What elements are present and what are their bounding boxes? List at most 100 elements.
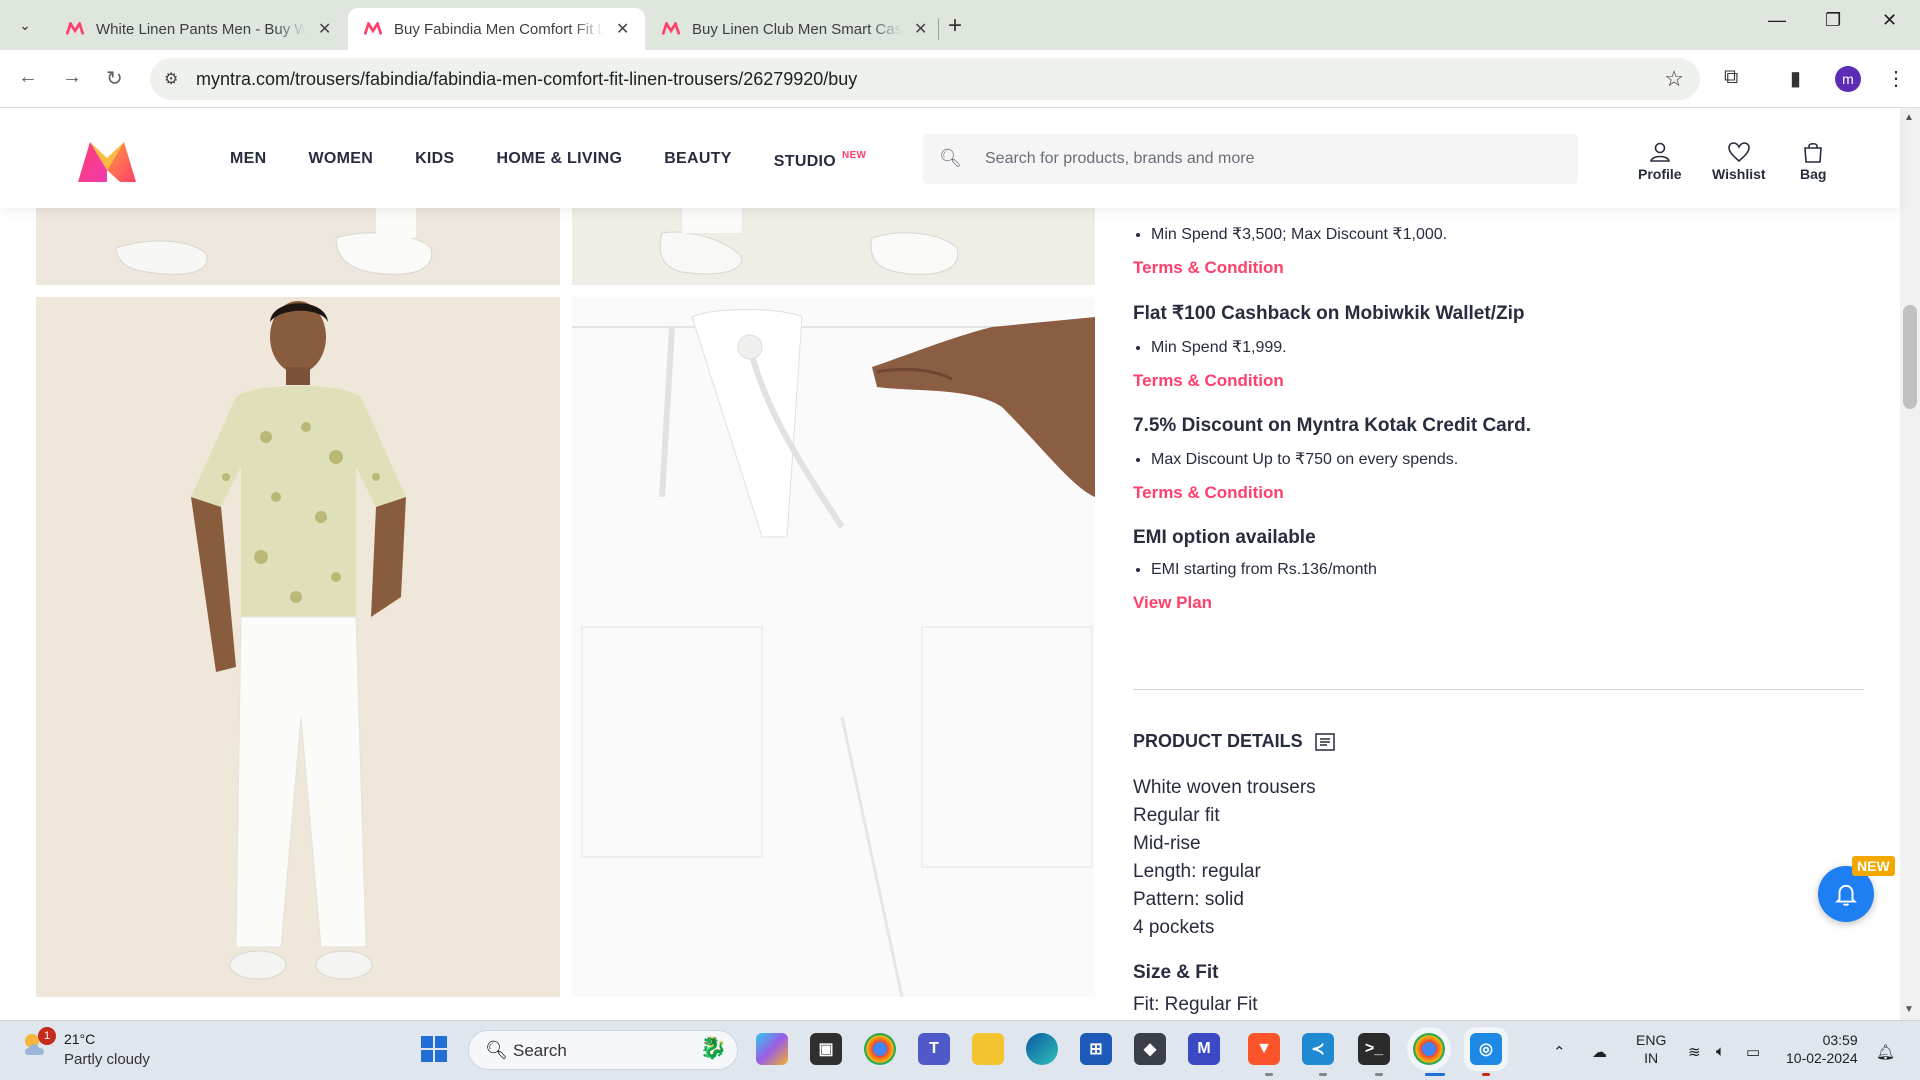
chrome-icon[interactable] (864, 1033, 896, 1065)
document-icon (1314, 732, 1335, 751)
offer-detail-list: EMI starting from Rs.136/month (1151, 561, 1863, 579)
file-explorer-icon[interactable] (972, 1033, 1004, 1065)
notifications-bell-icon[interactable]: 🔔︎ (1876, 1043, 1895, 1061)
nav-women[interactable]: WOMEN (308, 150, 373, 171)
brave-icon[interactable]: ▼ (1248, 1033, 1280, 1065)
dragon-highlight-icon: 🐉 (699, 1035, 727, 1060)
product-details-heading: PRODUCT DETAILS (1133, 731, 1335, 752)
lang-line-2: IN (1644, 1050, 1659, 1066)
copilot-icon[interactable] (756, 1033, 788, 1065)
back-arrow-icon[interactable]: ← (18, 66, 38, 89)
tab-white-linen-pants[interactable]: White Linen Pants Men - Buy W ✕ (50, 8, 347, 50)
task-view-icon[interactable]: ▣ (810, 1033, 842, 1065)
teams-icon[interactable]: T (918, 1033, 950, 1065)
scroll-down-arrow-icon[interactable]: ▼ (1904, 1004, 1914, 1015)
close-tab-icon[interactable]: ✕ (318, 19, 331, 39)
system-clock[interactable]: 03:59 10-02-2024 (1786, 1031, 1858, 1067)
notification-new-badge: NEW (1852, 856, 1895, 876)
bag-icon (1804, 142, 1823, 163)
product-image-model[interactable] (36, 297, 560, 997)
terms-condition-link[interactable]: Terms & Condition (1133, 483, 1863, 503)
tab-title: Buy Linen Club Men Smart Casu (692, 20, 902, 38)
reload-icon[interactable]: ↻ (106, 66, 123, 91)
edge-icon[interactable] (1026, 1033, 1058, 1065)
myntra-logo[interactable] (76, 140, 138, 184)
tab-title: White Linen Pants Men - Buy W (96, 20, 306, 38)
tab-linen-club[interactable]: Buy Linen Club Men Smart Casu ✕ (646, 8, 943, 50)
scroll-up-arrow-icon[interactable]: ▲ (1904, 112, 1914, 123)
show-hidden-icons-chevron-icon[interactable]: ⌃ (1553, 1043, 1566, 1061)
product-image-trousers-closeup[interactable] (572, 297, 1095, 997)
product-detail-line: Regular fit (1133, 805, 1220, 826)
offer-block: 7.5% Discount on Myntra Kotak Credit Car… (1133, 415, 1863, 503)
chrome-profile-icon[interactable] (1413, 1033, 1445, 1065)
view-plan-link[interactable]: View Plan (1133, 593, 1863, 613)
windows-start-icon[interactable] (418, 1033, 450, 1065)
more-menu-icon[interactable]: ⋮ (1886, 66, 1906, 91)
taskbar-search-box[interactable]: 🔍︎ Search 🐉 (468, 1030, 738, 1070)
close-window-icon[interactable]: ✕ (1882, 10, 1897, 31)
clock-time: 03:59 (1822, 1032, 1858, 1048)
offer-title: 7.5% Discount on Myntra Kotak Credit Car… (1133, 415, 1532, 436)
side-panel-icon[interactable]: ▮ (1790, 66, 1801, 91)
address-bar[interactable]: ⚙ myntra.com/trousers/fabindia/fabindia-… (150, 58, 1700, 100)
volume-icon[interactable]: 🔈︎ (1716, 1043, 1725, 1060)
tab-search-chevron-icon[interactable]: ⌄ (12, 12, 38, 38)
page-scrollbar[interactable] (1900, 108, 1920, 1020)
unity-icon[interactable]: ◆ (1134, 1033, 1166, 1065)
vscode-icon[interactable]: ≺ (1302, 1033, 1334, 1065)
product-details-list: White woven trousers Regular fit Mid-ris… (1133, 774, 1316, 942)
weather-widget[interactable]: 1 21°C Partly cloudy (20, 1027, 150, 1068)
nav-kids[interactable]: KIDS (415, 150, 454, 171)
studio-new-badge: NEW (842, 150, 867, 161)
nav-beauty[interactable]: BEAUTY (664, 150, 732, 171)
nav-men[interactable]: MEN (230, 150, 266, 171)
offer-block: Flat ₹100 Cashback on Mobiwkik Wallet/Zi… (1133, 302, 1863, 391)
search-input[interactable]: 🔍︎ Search for products, brands and more (923, 134, 1578, 184)
windows-logo-icon (421, 1036, 447, 1062)
offer-detail-list: Max Discount Up to ₹750 on every spends. (1151, 449, 1863, 469)
wishlist-button[interactable]: Wishlist (1712, 140, 1766, 182)
input-language[interactable]: ENG IN (1636, 1031, 1666, 1067)
wifi-icon[interactable]: ≋ (1688, 1043, 1701, 1061)
new-tab-button[interactable]: + (948, 12, 962, 40)
site-info-icon[interactable]: ⚙ (164, 69, 178, 89)
section-divider (1133, 689, 1864, 690)
profile-icon (1649, 142, 1670, 162)
terminal-icon[interactable]: >_ (1358, 1033, 1390, 1065)
restore-icon[interactable]: ❐ (1825, 10, 1841, 31)
offers-section: 10% Instant Discount on Yes Bank Credit … (1133, 190, 1863, 637)
close-tab-icon[interactable]: ✕ (616, 19, 629, 39)
product-image-shoes-right[interactable] (572, 208, 1095, 285)
product-image-shoes-left[interactable] (36, 208, 560, 285)
search-icon[interactable]: 🔍︎ (939, 148, 962, 169)
offer-detail-list: Min Spend ₹1,999. (1151, 337, 1863, 357)
active-indicator (1425, 1073, 1445, 1076)
terms-condition-link[interactable]: Terms & Condition (1133, 258, 1863, 278)
microsoft-store-icon[interactable]: ⊞ (1080, 1033, 1112, 1065)
profile-avatar[interactable]: m (1835, 66, 1861, 92)
bag-button[interactable]: Bag (1800, 140, 1826, 182)
tab-fabindia-trousers[interactable]: Buy Fabindia Men Comfort Fit L ✕ (348, 8, 646, 50)
extensions-icon[interactable]: ⧉ (1724, 66, 1738, 89)
battery-icon[interactable]: ▭ (1746, 1043, 1760, 1061)
profile-button[interactable]: Profile (1638, 140, 1682, 182)
terms-condition-link[interactable]: Terms & Condition (1133, 371, 1863, 391)
onedrive-icon[interactable]: ☁ (1592, 1043, 1607, 1061)
bookmark-star-icon[interactable]: ☆ (1664, 66, 1684, 92)
m-app-icon[interactable]: M (1188, 1033, 1220, 1065)
search-icon: 🔍︎ (485, 1040, 508, 1060)
scrollbar-thumb[interactable] (1903, 305, 1917, 409)
wishlist-label: Wishlist (1712, 166, 1766, 182)
nav-home-living[interactable]: HOME & LIVING (497, 150, 623, 171)
minimize-icon[interactable]: — (1768, 10, 1786, 31)
nav-studio[interactable]: STUDIO NEW (774, 150, 866, 171)
close-tab-icon[interactable]: ✕ (914, 19, 927, 39)
running-indicator (1319, 1073, 1327, 1076)
url-text[interactable]: myntra.com/trousers/fabindia/fabindia-me… (196, 69, 857, 90)
snipping-tool-icon[interactable]: ◎ (1470, 1033, 1502, 1065)
forward-arrow-icon[interactable]: → (62, 66, 82, 89)
product-details-title: PRODUCT DETAILS (1133, 731, 1303, 751)
profile-label: Profile (1638, 166, 1682, 182)
site-header: MEN WOMEN KIDS HOME & LIVING BEAUTY STUD… (0, 108, 1900, 208)
